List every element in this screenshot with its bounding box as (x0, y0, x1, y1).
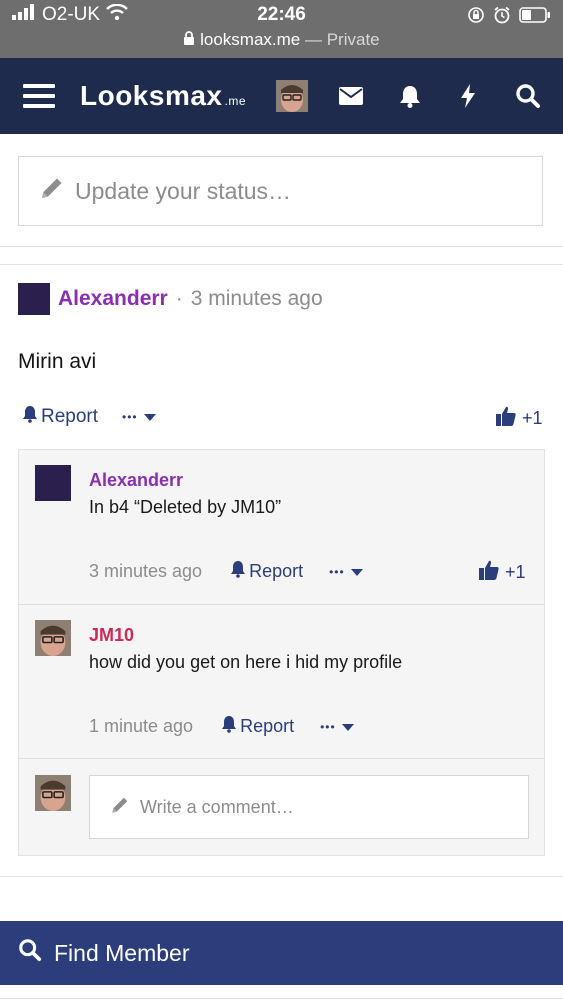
battery-icon (519, 7, 551, 28)
logo-text: Looksmax (80, 80, 223, 111)
comment-meta: 1 minute ago Report ••• (89, 715, 354, 738)
site-logo[interactable]: Looksmax .me (80, 80, 246, 112)
post-body: Mirin avi (18, 350, 97, 373)
section-divider (0, 998, 563, 999)
more-label: ••• (329, 564, 345, 579)
comment-text: In b4 “Deleted by JM10” (89, 497, 282, 517)
meta-separator: · (175, 287, 183, 310)
bell-icon (221, 715, 237, 738)
pencil-icon (39, 175, 65, 207)
report-label: Report (41, 406, 99, 427)
more-label: ••• (320, 719, 336, 734)
bell-icon[interactable] (398, 58, 422, 134)
comment-divider (19, 604, 544, 605)
address-bar[interactable]: looksmax.me — Private (0, 30, 563, 50)
avatar[interactable] (35, 620, 71, 656)
logo-suffix: .me (224, 94, 247, 108)
chevron-down-icon (143, 406, 156, 428)
post-time[interactable]: 3 minutes ago (191, 287, 323, 311)
report-button[interactable]: Report (230, 560, 303, 583)
chevron-down-icon (350, 561, 363, 582)
orientation-lock-icon (467, 6, 485, 29)
like-button[interactable]: +1 (496, 406, 543, 431)
comment-divider (19, 758, 544, 759)
search-icon (18, 938, 42, 968)
status-update-input[interactable]: Update your status… (18, 156, 543, 226)
site-navbar: Looksmax .me (0, 58, 563, 134)
bolt-icon[interactable] (458, 58, 478, 134)
like-count: +1 (505, 562, 526, 582)
avatar[interactable] (18, 283, 50, 315)
ios-status-bar: O2-UK 22:46 looksmax.me — Private (0, 0, 563, 58)
user-avatar-nav[interactable] (276, 58, 308, 134)
more-label: ••• (122, 410, 138, 424)
more-options-button[interactable]: ••• (320, 716, 354, 737)
post-actions: Report ••• (22, 405, 156, 429)
avatar (276, 80, 308, 112)
comment-time[interactable]: 1 minute ago (89, 716, 193, 737)
thumbs-up-icon (479, 560, 499, 585)
comment-meta: 3 minutes ago Report ••• (89, 560, 363, 583)
section-divider (0, 246, 563, 247)
report-label: Report (249, 561, 304, 581)
bell-icon (22, 405, 38, 429)
find-member-label: Find Member (54, 939, 190, 966)
like-count: +1 (522, 408, 543, 428)
url-text: looksmax.me (200, 30, 301, 49)
like-button[interactable]: +1 (479, 560, 526, 585)
avatar[interactable] (35, 465, 71, 501)
chevron-down-icon (341, 716, 354, 737)
report-button[interactable]: Report (221, 715, 294, 738)
alarm-icon (493, 6, 511, 29)
search-icon[interactable] (514, 58, 542, 134)
status-icons (467, 6, 551, 29)
comment-time[interactable]: 3 minutes ago (89, 561, 202, 582)
comment-input[interactable]: Write a comment… (89, 775, 529, 839)
comments-section: Alexanderr In b4 “Deleted by JM10” 3 min… (18, 449, 545, 856)
section-divider (0, 264, 563, 265)
post-author[interactable]: Alexanderr (58, 287, 168, 311)
more-options-button[interactable]: ••• (329, 561, 363, 582)
more-options-button[interactable]: ••• (122, 406, 156, 428)
lock-icon (183, 30, 200, 49)
post-header: Alexanderr · 3 minutes ago (18, 283, 323, 315)
comment-author[interactable]: JM10 (89, 625, 134, 646)
avatar[interactable] (35, 775, 71, 811)
section-divider (0, 876, 563, 877)
report-button[interactable]: Report (22, 405, 98, 429)
menu-icon[interactable] (22, 58, 56, 134)
comment-author[interactable]: Alexanderr (89, 470, 183, 491)
private-label: — Private (304, 30, 380, 49)
thumbs-up-icon (496, 406, 516, 431)
pencil-icon (110, 795, 130, 820)
find-member-button[interactable]: Find Member (0, 921, 563, 985)
bell-icon (230, 560, 246, 583)
report-label: Report (240, 716, 295, 736)
comment-text: how did you get on here i hid my profile (89, 652, 403, 672)
envelope-icon[interactable] (338, 58, 364, 134)
comment-placeholder: Write a comment… (140, 796, 294, 817)
status-placeholder: Update your status… (75, 177, 292, 204)
